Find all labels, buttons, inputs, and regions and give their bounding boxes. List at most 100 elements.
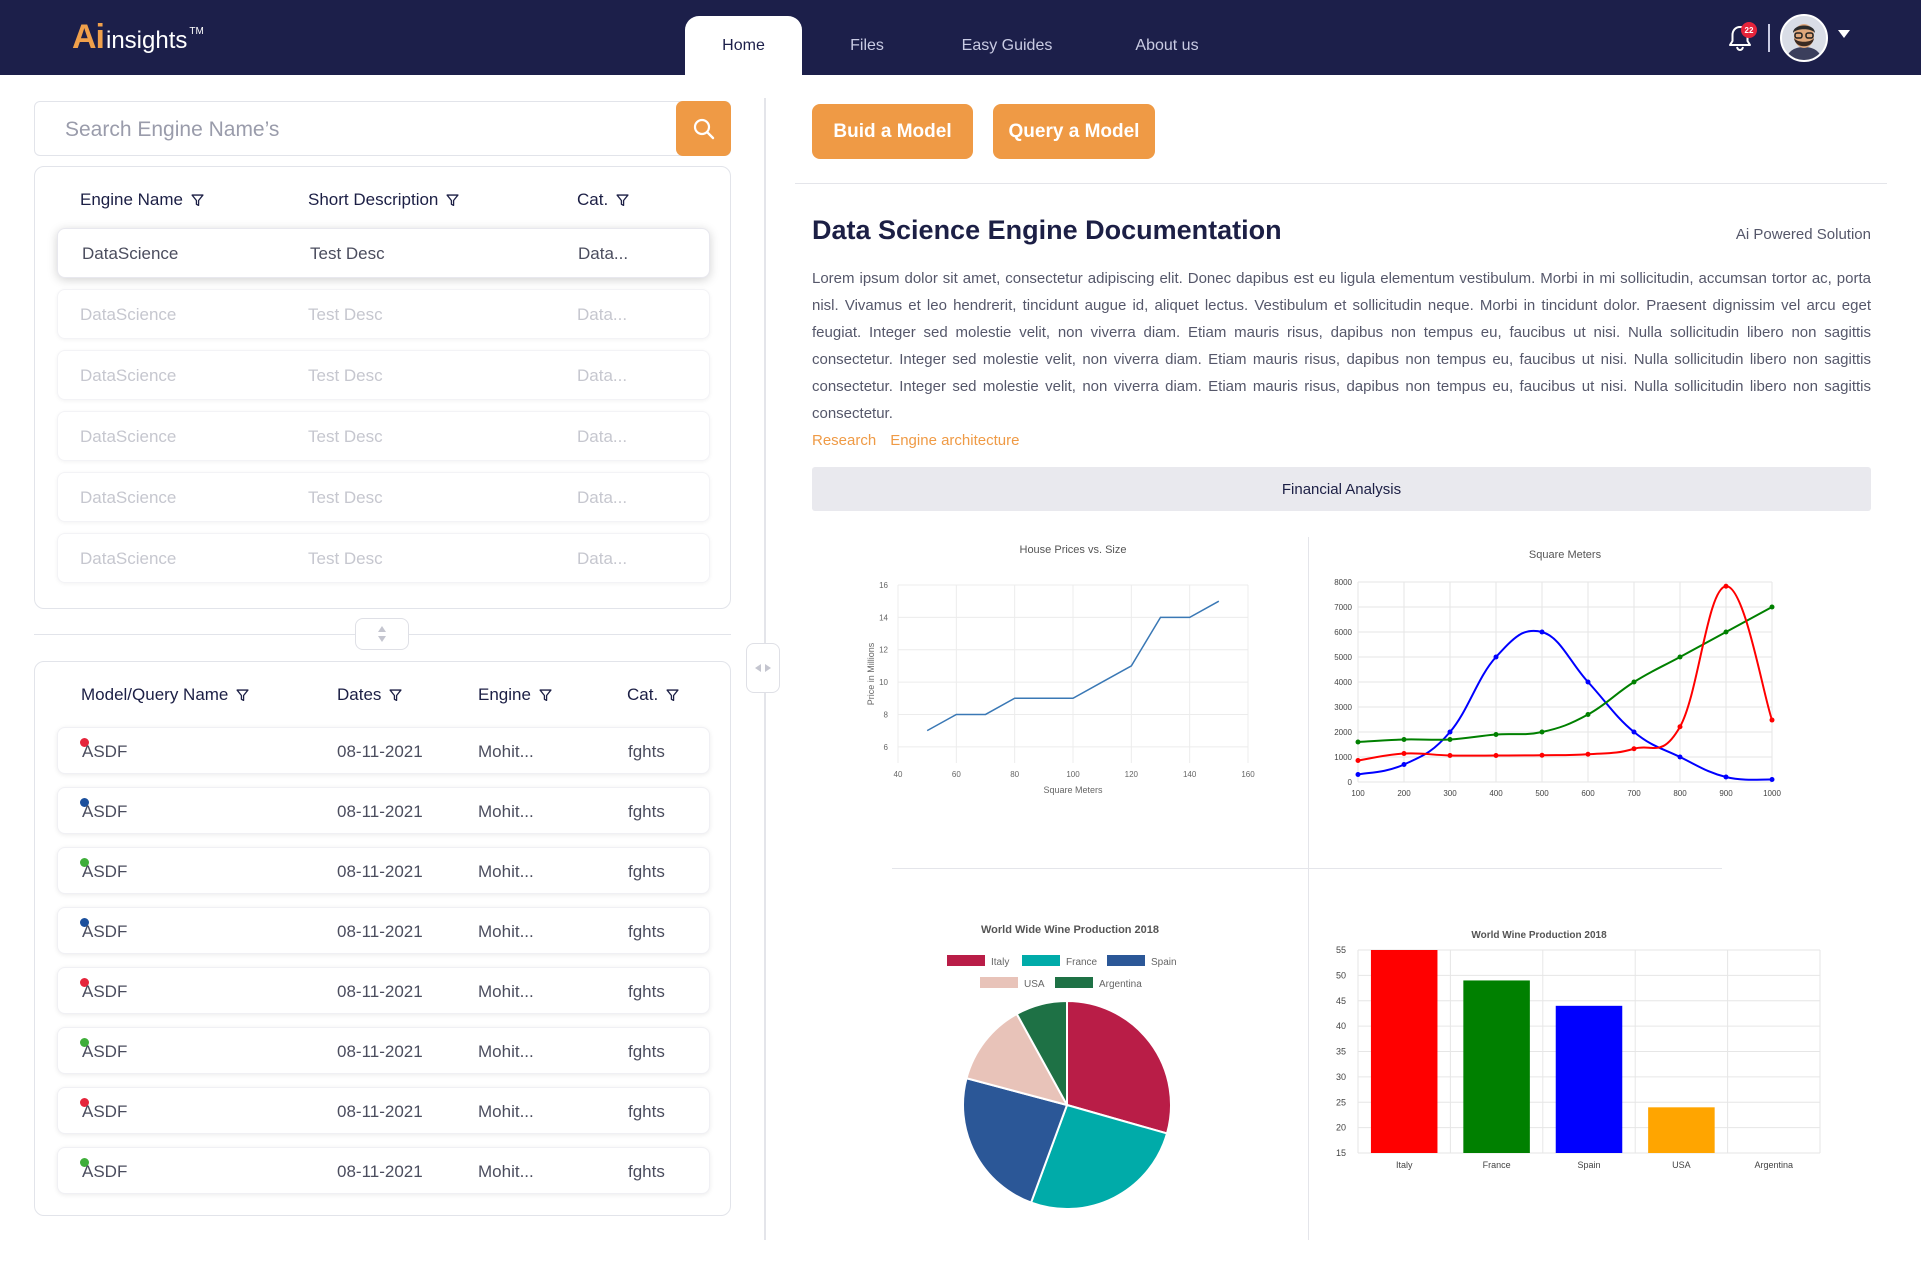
search-input[interactable] xyxy=(65,115,665,145)
x-tick-label: 80 xyxy=(1010,770,1019,779)
column-header-cat[interactable]: Cat. xyxy=(627,685,679,705)
tab-home[interactable]: Home xyxy=(685,16,802,75)
bar xyxy=(1555,1005,1623,1153)
tab-easy-guides[interactable]: Easy Guides xyxy=(940,16,1074,75)
column-header-engine[interactable]: Engine xyxy=(478,685,552,705)
data-point xyxy=(1631,729,1637,735)
build-model-button[interactable]: Buid a Model xyxy=(812,104,973,159)
y-tick-label: 35 xyxy=(1336,1047,1346,1057)
query-model-button[interactable]: Query a Model xyxy=(993,104,1155,159)
data-point xyxy=(1493,732,1499,737)
engine-name-cell: DataScience xyxy=(80,427,177,446)
model-engine-cell: Mohit... xyxy=(478,921,534,941)
table-row-selected[interactable]: DataScience Test Desc Data... xyxy=(57,228,710,278)
data-point xyxy=(1585,712,1591,717)
filter-icon[interactable] xyxy=(191,193,204,207)
x-tick-label: 120 xyxy=(1125,770,1139,779)
notification-badge: 22 xyxy=(1741,22,1757,38)
table-row[interactable]: ASDF 08-11-2021 Mohit... fghts xyxy=(57,1147,710,1194)
avatar[interactable] xyxy=(1780,14,1828,62)
filter-icon[interactable] xyxy=(236,688,249,702)
chevron-down-icon[interactable] xyxy=(1838,30,1850,38)
table-row[interactable]: DataScience Test Desc Data... xyxy=(57,533,710,583)
model-cat-cell: fghts xyxy=(628,981,665,1001)
table-row[interactable]: DataScience Test Desc Data... xyxy=(57,350,710,400)
filter-icon[interactable] xyxy=(446,193,459,207)
x-tick-label: 200 xyxy=(1397,789,1411,798)
column-header-label: Engine Name xyxy=(80,190,184,209)
table-row[interactable]: ASDF 08-11-2021 Mohit... fghts xyxy=(57,1027,710,1074)
y-tick-label: 25 xyxy=(1336,1097,1346,1107)
section-header-financial-analysis[interactable]: Financial Analysis xyxy=(812,467,1871,511)
table-row[interactable]: DataScience Test Desc Data... xyxy=(57,411,710,461)
model-date-cell: 08-11-2021 xyxy=(337,861,423,881)
chart-title: House Prices vs. Size xyxy=(1020,544,1127,556)
x-tick-label: 800 xyxy=(1673,789,1687,798)
engine-cat-cell: Data... xyxy=(577,305,628,324)
vertical-resize-handle[interactable] xyxy=(355,618,409,650)
data-point xyxy=(1539,729,1545,735)
table-row[interactable]: ASDF 08-11-2021 Mohit... fghts xyxy=(57,907,710,954)
y-tick-label: 12 xyxy=(879,646,888,655)
table-row[interactable]: ASDF 08-11-2021 Mohit... fghts xyxy=(57,1087,710,1134)
search-icon xyxy=(693,118,714,139)
tab-about-us[interactable]: About us xyxy=(1112,16,1222,75)
engine-desc-cell: Test Desc xyxy=(308,488,383,507)
table-row[interactable]: DataScience Test Desc Data... xyxy=(57,472,710,522)
column-header-cat[interactable]: Cat. xyxy=(577,190,629,210)
y-tick-label: 7000 xyxy=(1334,603,1352,612)
resize-vertical-icon xyxy=(378,626,386,642)
search-box xyxy=(34,101,731,156)
table-row[interactable]: ASDF 08-11-2021 Mohit... fghts xyxy=(57,847,710,894)
model-date-cell: 08-11-2021 xyxy=(337,801,423,821)
column-header-label: Cat. xyxy=(577,190,609,209)
legend-label: Spain xyxy=(1151,957,1177,968)
user-avatar-icon xyxy=(1782,16,1826,60)
x-tick-label: 40 xyxy=(894,770,903,779)
search-button[interactable] xyxy=(676,101,731,156)
model-engine-cell: Mohit... xyxy=(478,741,534,761)
filter-icon[interactable] xyxy=(666,688,679,702)
x-tick-label: 900 xyxy=(1719,789,1733,798)
y-tick-label: 6000 xyxy=(1334,628,1352,637)
data-point xyxy=(1493,753,1499,758)
models-panel: Model/Query Name Dates Engine Cat. ASDF … xyxy=(34,661,731,1216)
filter-icon[interactable] xyxy=(616,193,629,207)
table-row[interactable]: DataScience Test Desc Data... xyxy=(57,289,710,339)
y-tick-label: 5000 xyxy=(1334,653,1352,662)
data-point xyxy=(1355,739,1361,745)
model-cat-cell: fghts xyxy=(628,741,665,761)
table-row[interactable]: ASDF 08-11-2021 Mohit... fghts xyxy=(57,727,710,774)
y-tick-label: 14 xyxy=(879,613,888,622)
column-header-engine-name[interactable]: Engine Name xyxy=(80,190,204,210)
horizontal-resize-handle[interactable] xyxy=(746,643,780,693)
y-tick-label: 4000 xyxy=(1334,678,1352,687)
table-row[interactable]: ASDF 08-11-2021 Mohit... fghts xyxy=(57,967,710,1014)
model-date-cell: 08-11-2021 xyxy=(337,1101,423,1121)
model-date-cell: 08-11-2021 xyxy=(337,921,423,941)
data-point xyxy=(1401,737,1407,742)
column-header-short-description[interactable]: Short Description xyxy=(308,190,459,210)
house-prices-line-chart: House Prices vs. Size 40 60 80 100 120 140 160 6… xyxy=(866,544,1255,795)
table-row[interactable]: ASDF 08-11-2021 Mohit... fghts xyxy=(57,787,710,834)
model-cat-cell: fghts xyxy=(628,1161,665,1181)
logo-trademark: TM xyxy=(189,26,204,37)
model-engine-cell: Mohit... xyxy=(478,981,534,1001)
filter-icon[interactable] xyxy=(389,688,402,702)
y-tick-label: 6 xyxy=(884,743,889,752)
data-point xyxy=(1401,762,1407,767)
model-cat-cell: fghts xyxy=(628,921,665,941)
section-divider xyxy=(795,183,1887,184)
resize-horizontal-icon xyxy=(755,664,771,672)
wine-production-pie-chart: World Wide Wine Production 2018 Italy Fran… xyxy=(947,924,1177,1210)
engine-cat-cell: Data... xyxy=(577,488,628,507)
link-engine-architecture[interactable]: Engine architecture xyxy=(890,432,1019,449)
app-logo[interactable]: Ai insights TM xyxy=(72,18,204,58)
link-research[interactable]: Research xyxy=(812,432,876,449)
filter-icon[interactable] xyxy=(539,688,552,702)
column-header-dates[interactable]: Dates xyxy=(337,685,402,705)
logo-insights-text: insights xyxy=(106,27,188,54)
x-tick-label: 600 xyxy=(1581,789,1595,798)
column-header-model-query-name[interactable]: Model/Query Name xyxy=(81,685,249,705)
tab-files[interactable]: Files xyxy=(822,16,912,75)
